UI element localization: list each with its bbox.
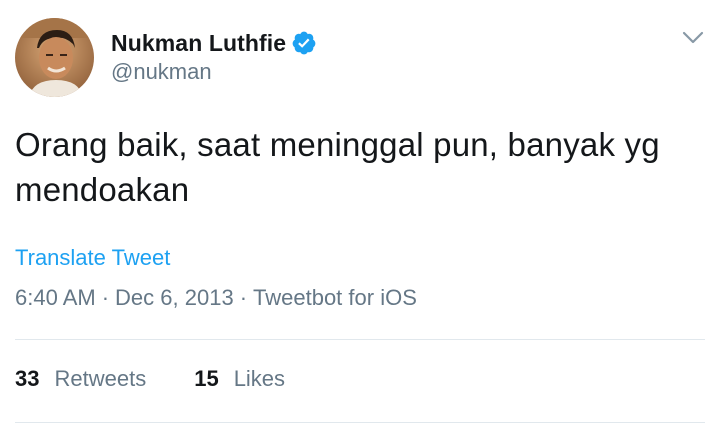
likes-stat[interactable]: 15 Likes (194, 366, 285, 392)
meta-separator: · (101, 285, 110, 310)
author-name-row[interactable]: Nukman Luthfie (111, 28, 317, 58)
tweet-date[interactable]: Dec 6, 2013 (115, 285, 234, 310)
translate-tweet-link[interactable]: Translate Tweet (15, 245, 170, 271)
meta-separator: · (239, 285, 248, 310)
retweets-count: 33 (15, 366, 40, 391)
tweet-stats: 33 Retweets 15 Likes (15, 366, 333, 392)
retweets-stat[interactable]: 33 Retweets (15, 366, 146, 392)
display-name[interactable]: Nukman Luthfie (111, 30, 286, 57)
tweet-detail: Nukman Luthfie @nukman Orang baik, saat … (0, 0, 720, 424)
divider (15, 339, 705, 340)
author-handle[interactable]: @nukman (111, 59, 212, 85)
tweet-text: Orang baik, saat meninggal pun, banyak y… (15, 126, 660, 208)
avatar-image (15, 18, 94, 97)
divider (15, 422, 705, 423)
likes-count: 15 (194, 366, 219, 391)
tweet-source[interactable]: Tweetbot for iOS (253, 285, 417, 310)
tweet-time[interactable]: 6:40 AM (15, 285, 96, 310)
likes-label: Likes (233, 366, 286, 391)
chevron-down-icon[interactable] (680, 28, 706, 48)
verified-badge-icon (291, 30, 317, 56)
retweets-label: Retweets (54, 366, 147, 391)
tweet-meta: 6:40 AM · Dec 6, 2013 · Tweetbot for iOS (15, 285, 417, 311)
avatar[interactable] (15, 18, 94, 97)
